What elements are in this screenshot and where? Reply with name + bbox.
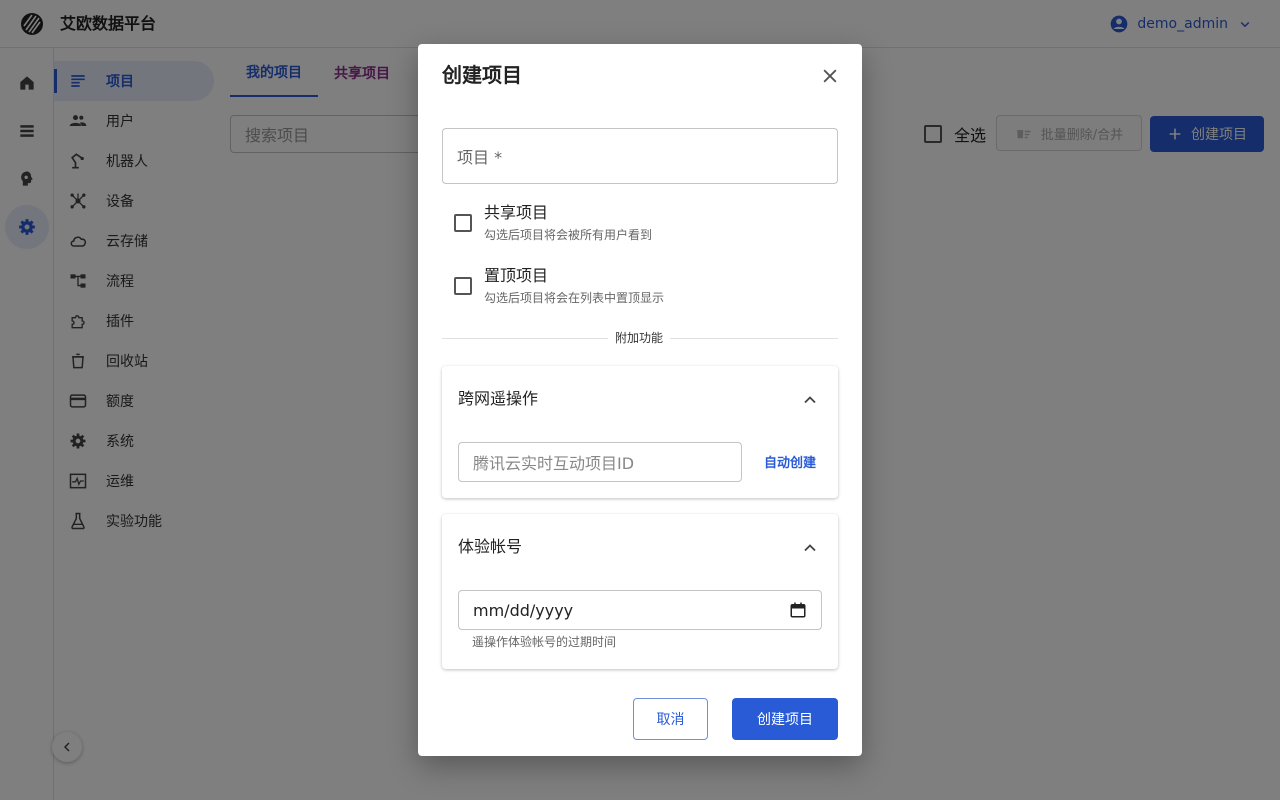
pinned-project-description: 勾选后项目将会在列表中置顶显示 bbox=[484, 291, 665, 305]
divider-label: 附加功能 bbox=[608, 330, 671, 346]
calendar-icon[interactable] bbox=[789, 601, 807, 619]
expiry-date-help: 遥操作体验帐号的过期时间 bbox=[472, 635, 617, 649]
shared-project-description: 勾选后项目将会被所有用户看到 bbox=[484, 228, 653, 242]
auto-create-button[interactable]: 自动创建 bbox=[764, 452, 816, 471]
pinned-project-checkbox[interactable] bbox=[454, 277, 472, 295]
pinned-project-option[interactable]: 置顶项目 勾选后项目将会在列表中置顶显示 bbox=[454, 265, 664, 307]
trial-account-title[interactable]: 体验帐号 bbox=[458, 536, 522, 558]
date-placeholder: mm/dd/yyyy bbox=[473, 600, 574, 620]
chevron-up-icon[interactable] bbox=[800, 538, 820, 558]
pinned-project-title: 置顶项目 bbox=[484, 266, 549, 285]
create-project-dialog: 创建项目 项目 * 共享项目 勾选后项目将会被所有用户看到 置顶项目 勾选后项目… bbox=[418, 44, 862, 756]
trial-account-panel: 体验帐号 mm/dd/yyyy 遥操作体验帐号的过期时间 bbox=[442, 514, 838, 669]
rtc-project-id-input[interactable]: 腾讯云实时互动项目ID bbox=[458, 442, 742, 482]
remote-operation-panel: 跨网遥操作 腾讯云实时互动项目ID 自动创建 bbox=[442, 366, 838, 498]
shared-project-checkbox[interactable] bbox=[454, 214, 472, 232]
shared-project-option[interactable]: 共享项目 勾选后项目将会被所有用户看到 bbox=[454, 202, 652, 244]
shared-project-title: 共享项目 bbox=[484, 203, 549, 222]
close-button[interactable] bbox=[818, 64, 842, 88]
submit-create-button[interactable]: 创建项目 bbox=[732, 698, 838, 740]
expiry-date-input[interactable]: mm/dd/yyyy bbox=[458, 590, 822, 630]
chevron-up-icon[interactable] bbox=[800, 390, 820, 410]
cancel-button[interactable]: 取消 bbox=[633, 698, 708, 740]
project-name-field[interactable]: 项目 * bbox=[442, 128, 838, 184]
dialog-title: 创建项目 bbox=[442, 63, 522, 87]
close-icon bbox=[823, 69, 837, 83]
remote-operation-title[interactable]: 跨网遥操作 bbox=[458, 388, 538, 410]
